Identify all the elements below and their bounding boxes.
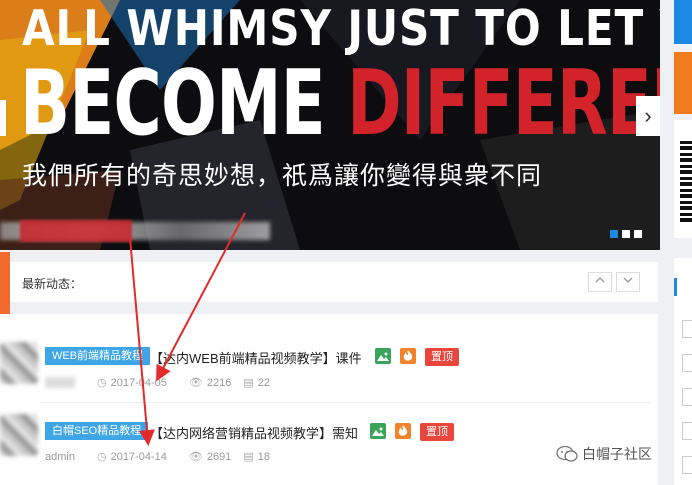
sidebar-panel-accent (674, 278, 677, 296)
category-tag[interactable]: 白帽SEO精品教程 (45, 422, 149, 440)
clock-icon: ◷ (96, 451, 107, 463)
category-tag[interactable]: WEB前端精品教程 (45, 347, 151, 365)
banner-headline-line1: ALL WHIMSY JUST TO LET YOU (22, 0, 660, 57)
right-sidebar (660, 0, 692, 485)
post-title[interactable]: 【达内网络营销精品视频教学】需知 (150, 423, 358, 442)
chevron-down-icon (623, 277, 633, 283)
sidebar-field-1[interactable] (682, 320, 692, 338)
author-name[interactable]: admin (45, 377, 75, 388)
banner-headline-line2: BECOME DIFFERENT (20, 58, 660, 150)
image-icon (370, 423, 386, 439)
carousel-dot-1[interactable] (610, 230, 618, 238)
banner-blurred-button[interactable] (20, 220, 132, 242)
sidebar-field-5[interactable] (682, 456, 692, 474)
prev-arrow-button[interactable] (0, 100, 6, 136)
carousel-dot-2[interactable] (622, 230, 630, 238)
sidebar-panel (674, 258, 692, 485)
avatar (0, 342, 38, 384)
news-header: 最新动态： (10, 262, 658, 302)
image-icon (375, 348, 391, 364)
post-title[interactable]: 【达内WEB前端精品视频教学】课件 (150, 348, 362, 367)
divider (40, 402, 650, 403)
next-arrow-button[interactable]: › (636, 96, 660, 136)
view-count: 2691 (206, 450, 232, 463)
sticky-badge: 置顶 (425, 348, 459, 366)
sidebar-blue-block[interactable] (674, 0, 692, 44)
sticky-badge: 置顶 (420, 423, 454, 441)
list-item[interactable]: WEB前端精品教程 【达内WEB前端精品视频教学】课件 置顶 admin ◷20… (0, 328, 658, 408)
post-date: 2017-04-14 (110, 450, 167, 463)
eye-icon: 👁 (188, 451, 203, 463)
chevron-up-icon (595, 277, 605, 283)
qr-code (674, 120, 692, 238)
sidebar-field-2[interactable] (682, 354, 692, 372)
news-prev-button[interactable] (588, 272, 612, 292)
carousel-dots (610, 230, 642, 238)
wechat-icon (556, 445, 578, 462)
post-date: 2017-04-05 (110, 376, 167, 389)
comment-icon: ▤ (243, 377, 254, 389)
news-next-button[interactable] (616, 272, 640, 292)
comment-count: 18 (257, 450, 270, 463)
banner-subtitle: 我們所有的奇思妙想，祇爲讓你變得與衆不同 (22, 161, 543, 190)
eye-icon: 👁 (188, 377, 203, 389)
avatar (0, 414, 38, 456)
sidebar-field-4[interactable] (682, 422, 692, 440)
post-meta: admin ◷2017-04-05 👁2216 ▤22 (45, 376, 270, 389)
banner-carousel[interactable]: ALL WHIMSY JUST TO LET YOU BECOME DIFFER… (0, 0, 660, 250)
view-count: 2216 (206, 376, 232, 389)
comment-icon: ▤ (243, 451, 254, 463)
news-header-title: 最新动态： (22, 277, 83, 291)
banner-word-become: BECOME (20, 51, 326, 156)
page: ALL WHIMSY JUST TO LET YOU BECOME DIFFER… (0, 0, 692, 485)
fire-icon (400, 348, 416, 364)
sidebar-field-3[interactable] (682, 388, 692, 406)
banner-word-different: DIFFERENT (347, 51, 660, 156)
sidebar-orange-block[interactable] (674, 52, 692, 114)
carousel-dot-3[interactable] (634, 230, 642, 238)
comment-count: 22 (257, 376, 270, 389)
watermark: 白帽子社区 (556, 444, 652, 464)
author-name[interactable]: admin (45, 451, 75, 463)
post-meta: admin ◷ 2017-04-14 👁 2691 ▤ 18 (45, 450, 270, 464)
fire-icon (395, 423, 411, 439)
watermark-text: 白帽子社区 (582, 446, 652, 462)
clock-icon: ◷ (97, 377, 107, 389)
